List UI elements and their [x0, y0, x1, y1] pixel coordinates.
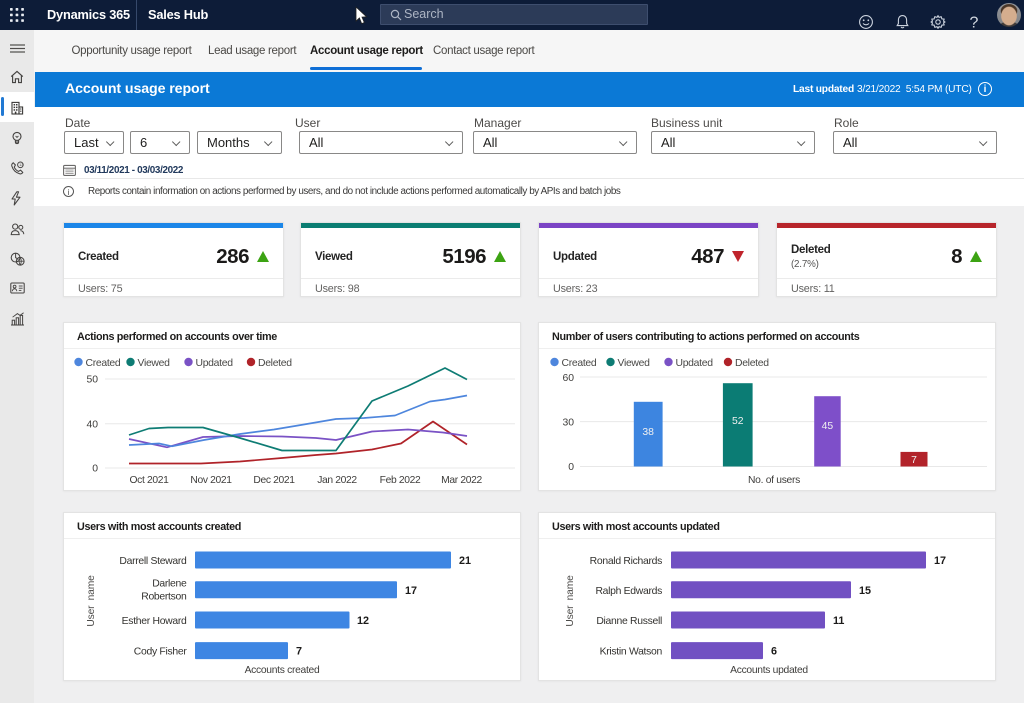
svg-text:38: 38	[642, 427, 654, 438]
svg-text:0: 0	[568, 462, 574, 473]
svg-text:Accounts created: Accounts created	[245, 665, 320, 676]
svg-text:User name: User name	[565, 575, 576, 627]
svg-text:Dianne Russell: Dianne Russell	[596, 616, 662, 627]
svg-text:45: 45	[822, 421, 834, 432]
svg-text:Feb 2022: Feb 2022	[380, 475, 421, 486]
svg-text:21: 21	[459, 555, 471, 567]
svg-text:60: 60	[562, 373, 574, 384]
svg-text:Mar 2022: Mar 2022	[441, 475, 482, 486]
svg-text:User name: User name	[86, 575, 97, 627]
svg-text:0: 0	[92, 464, 98, 475]
svg-text:Ralph Edwards: Ralph Edwards	[595, 586, 662, 597]
svg-text:30: 30	[562, 418, 574, 429]
svg-text:Deleted: Deleted	[735, 358, 769, 369]
svg-text:Created: Created	[86, 358, 121, 369]
svg-text:Nov 2021: Nov 2021	[190, 475, 232, 486]
svg-text:7: 7	[296, 646, 302, 658]
svg-text:7: 7	[911, 455, 917, 466]
svg-text:Darrell Steward: Darrell Steward	[119, 556, 187, 567]
svg-text:6: 6	[771, 646, 777, 658]
svg-text:17: 17	[934, 555, 946, 567]
svg-text:Viewed: Viewed	[618, 358, 651, 369]
svg-text:13: 13	[19, 163, 23, 167]
svg-text:15: 15	[859, 585, 871, 597]
svg-text:Darlene: Darlene	[152, 579, 187, 590]
svg-text:11: 11	[833, 615, 844, 627]
svg-text:17: 17	[405, 585, 417, 597]
svg-text:Updated: Updated	[676, 358, 714, 369]
svg-text:50: 50	[86, 375, 98, 386]
svg-text:Created: Created	[562, 358, 597, 369]
svg-text:Kristin Watson: Kristin Watson	[600, 647, 663, 658]
svg-text:52: 52	[732, 416, 744, 427]
svg-text:Oct 2021: Oct 2021	[130, 475, 170, 486]
svg-text:Updated: Updated	[196, 358, 234, 369]
svg-text:No. of users: No. of users	[748, 475, 800, 486]
svg-text:Robertson: Robertson	[141, 592, 187, 603]
svg-text:Esther Howard: Esther Howard	[122, 616, 187, 627]
svg-text:12: 12	[357, 615, 369, 627]
svg-text:?: ?	[970, 15, 979, 32]
svg-text:Accounts updated: Accounts updated	[730, 665, 808, 676]
svg-text:Jan 2022: Jan 2022	[317, 475, 357, 486]
svg-text:40: 40	[86, 420, 98, 431]
svg-text:Viewed: Viewed	[138, 358, 171, 369]
svg-text:Cody Fisher: Cody Fisher	[134, 647, 188, 658]
svg-text:Deleted: Deleted	[258, 358, 292, 369]
svg-text:Dec 2021: Dec 2021	[253, 475, 295, 486]
svg-text:Ronald Richards: Ronald Richards	[590, 556, 662, 567]
